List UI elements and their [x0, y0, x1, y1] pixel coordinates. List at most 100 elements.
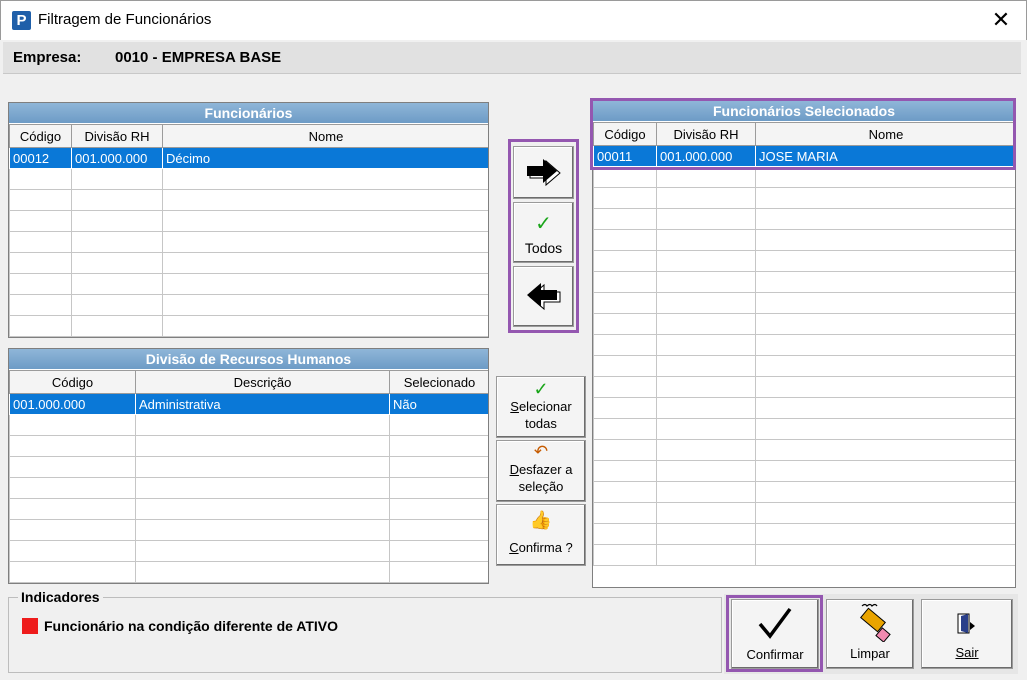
table-cell[interactable] — [755, 271, 1015, 293]
table-cell[interactable]: 001.000.000 — [9, 393, 136, 415]
col-header-divisao-rh[interactable]: Divisão RH — [656, 122, 756, 146]
table-cell[interactable]: Décimo — [162, 147, 488, 169]
table-cell[interactable] — [9, 315, 72, 337]
table-cell[interactable] — [593, 460, 657, 482]
table-cell[interactable] — [656, 229, 756, 251]
table-cell[interactable] — [9, 519, 136, 541]
table-cell[interactable] — [656, 334, 756, 356]
table-cell[interactable] — [656, 544, 756, 566]
table-cell[interactable] — [593, 292, 657, 314]
table-cell[interactable] — [755, 208, 1015, 230]
table-row[interactable] — [593, 544, 1015, 566]
col-header-codigo[interactable]: Código — [9, 370, 136, 394]
table-cell[interactable] — [593, 376, 657, 398]
table-row[interactable] — [593, 166, 1015, 188]
table-row[interactable] — [593, 334, 1015, 356]
table-cell[interactable] — [656, 187, 756, 209]
add-employee-button[interactable] — [513, 146, 574, 199]
table-cell[interactable] — [9, 189, 72, 211]
table-row[interactable] — [9, 561, 488, 583]
table-cell[interactable] — [656, 439, 756, 461]
table-cell[interactable] — [389, 435, 488, 457]
table-row[interactable] — [9, 519, 488, 541]
table-row[interactable] — [9, 315, 488, 337]
table-cell[interactable] — [162, 210, 488, 232]
table-cell[interactable] — [135, 519, 390, 541]
table-cell[interactable] — [9, 561, 136, 583]
table-cell[interactable] — [593, 166, 657, 188]
table-row[interactable] — [593, 397, 1015, 419]
table-cell[interactable] — [593, 313, 657, 335]
table-cell[interactable] — [162, 315, 488, 337]
table-row[interactable] — [9, 231, 488, 253]
table-cell[interactable] — [593, 544, 657, 566]
table-cell[interactable] — [9, 540, 136, 562]
table-row[interactable] — [593, 271, 1015, 293]
table-row[interactable] — [9, 273, 488, 295]
table-cell[interactable] — [135, 456, 390, 478]
table-cell[interactable] — [593, 397, 657, 419]
table-row[interactable] — [9, 252, 488, 274]
table-cell[interactable] — [389, 519, 488, 541]
table-cell[interactable] — [755, 523, 1015, 545]
confirm-question-button[interactable]: 👍 Confirma ? — [496, 504, 586, 566]
table-row[interactable] — [593, 313, 1015, 335]
divisao-grid[interactable]: Divisão de Recursos Humanos Código Descr… — [8, 348, 489, 584]
table-cell[interactable] — [162, 252, 488, 274]
table-cell[interactable] — [135, 414, 390, 436]
table-row[interactable] — [593, 376, 1015, 398]
table-cell[interactable] — [593, 355, 657, 377]
table-cell[interactable] — [162, 273, 488, 295]
table-cell[interactable] — [162, 168, 488, 190]
col-header-codigo[interactable]: Código — [9, 124, 72, 148]
table-cell[interactable] — [755, 166, 1015, 188]
table-cell[interactable] — [593, 250, 657, 272]
table-cell[interactable] — [656, 166, 756, 188]
table-cell[interactable] — [9, 210, 72, 232]
confirmar-button[interactable]: Confirmar — [731, 599, 819, 669]
table-cell[interactable] — [9, 414, 136, 436]
table-row[interactable]: 001.000.000 Administrativa Não — [9, 393, 488, 415]
table-cell[interactable] — [389, 414, 488, 436]
table-cell[interactable] — [656, 418, 756, 440]
table-cell[interactable] — [755, 544, 1015, 566]
table-row[interactable] — [9, 435, 488, 457]
table-cell[interactable] — [389, 540, 488, 562]
remove-employee-button[interactable] — [513, 266, 574, 327]
table-row[interactable] — [9, 189, 488, 211]
table-cell[interactable] — [656, 292, 756, 314]
table-row[interactable] — [593, 502, 1015, 524]
table-cell[interactable] — [593, 481, 657, 503]
table-cell[interactable] — [162, 189, 488, 211]
select-all-divisions-button[interactable]: ✓ Selecionar todas — [496, 376, 586, 438]
table-row[interactable] — [593, 523, 1015, 545]
table-cell[interactable] — [9, 252, 72, 274]
table-cell[interactable] — [71, 252, 163, 274]
table-cell[interactable] — [162, 231, 488, 253]
table-cell[interactable]: Administrativa — [135, 393, 390, 415]
sair-button[interactable]: Sair — [921, 599, 1013, 669]
table-cell[interactable] — [135, 435, 390, 457]
table-cell[interactable] — [755, 502, 1015, 524]
table-row[interactable] — [9, 540, 488, 562]
col-header-selecionado[interactable]: Selecionado — [389, 370, 488, 394]
table-row[interactable] — [593, 460, 1015, 482]
table-cell[interactable] — [162, 294, 488, 316]
table-cell[interactable] — [593, 187, 657, 209]
table-row[interactable] — [593, 418, 1015, 440]
table-cell[interactable] — [656, 376, 756, 398]
table-cell[interactable] — [755, 397, 1015, 419]
table-cell[interactable] — [656, 397, 756, 419]
table-cell[interactable] — [71, 315, 163, 337]
table-cell[interactable] — [593, 418, 657, 440]
table-cell[interactable] — [9, 456, 136, 478]
table-row[interactable] — [9, 456, 488, 478]
col-header-descricao[interactable]: Descrição — [135, 370, 390, 394]
table-row[interactable] — [593, 187, 1015, 209]
table-cell[interactable] — [593, 208, 657, 230]
table-cell[interactable] — [593, 271, 657, 293]
table-cell[interactable] — [755, 313, 1015, 335]
table-cell[interactable]: 001.000.000 — [656, 145, 756, 167]
table-row[interactable] — [593, 250, 1015, 272]
table-row[interactable] — [593, 439, 1015, 461]
